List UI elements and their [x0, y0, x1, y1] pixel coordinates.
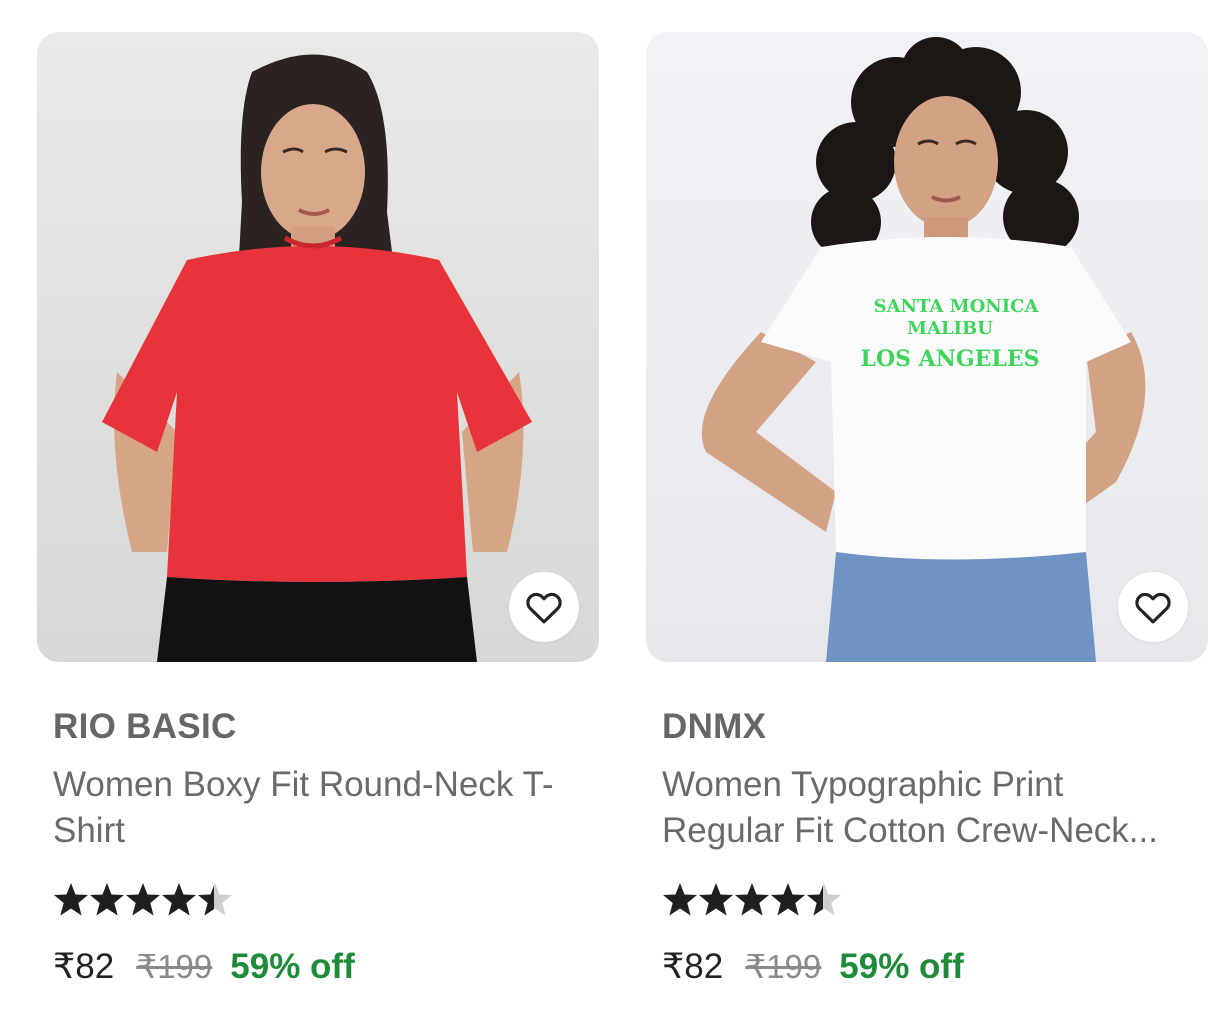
product-title[interactable]: Women Typographic Print Regular Fit Cott…	[662, 762, 1192, 854]
original-price: ₹199	[745, 948, 822, 985]
print-text-line-2: MALIBU	[907, 318, 993, 339]
heart-outline-icon	[1135, 592, 1171, 624]
brand-name: DNMX	[662, 707, 767, 746]
rating-stars	[662, 880, 1192, 922]
product-title[interactable]: Women Boxy Fit Round-Neck T-Shirt	[53, 762, 583, 854]
discount-badge: 59% off	[230, 947, 355, 986]
product-image-container[interactable]	[37, 32, 599, 662]
product-image[interactable]: SANTA MONICA MALIBU LOS ANGELES	[646, 32, 1208, 662]
star-rating-icon	[54, 883, 232, 916]
print-text-line-3: LOS ANGELES	[860, 346, 1039, 372]
discount-badge: 59% off	[839, 947, 964, 986]
original-price: ₹199	[136, 948, 213, 985]
print-text-line-1: SANTA MONICA	[874, 296, 1040, 317]
heart-outline-icon	[526, 592, 562, 624]
product-image-container[interactable]: SANTA MONICA MALIBU LOS ANGELES	[646, 32, 1208, 662]
wishlist-button[interactable]	[1118, 572, 1188, 642]
product-card[interactable]: SANTA MONICA MALIBU LOS ANGELES DNMX Wom…	[646, 32, 1208, 988]
product-image[interactable]	[37, 32, 599, 662]
price-row: ₹82 ₹199 59% off	[53, 946, 583, 988]
brand-name: RIO BASIC	[53, 707, 237, 746]
rating-stars	[53, 880, 583, 922]
product-card[interactable]: RIO BASIC Women Boxy Fit Round-Neck T-Sh…	[37, 32, 599, 988]
price-row: ₹82 ₹199 59% off	[662, 946, 1192, 988]
star-rating-icon	[663, 883, 841, 916]
wishlist-button[interactable]	[509, 572, 579, 642]
product-grid: RIO BASIC Women Boxy Fit Round-Neck T-Sh…	[0, 0, 1220, 1026]
selling-price: ₹82	[53, 947, 115, 986]
selling-price: ₹82	[662, 947, 724, 986]
